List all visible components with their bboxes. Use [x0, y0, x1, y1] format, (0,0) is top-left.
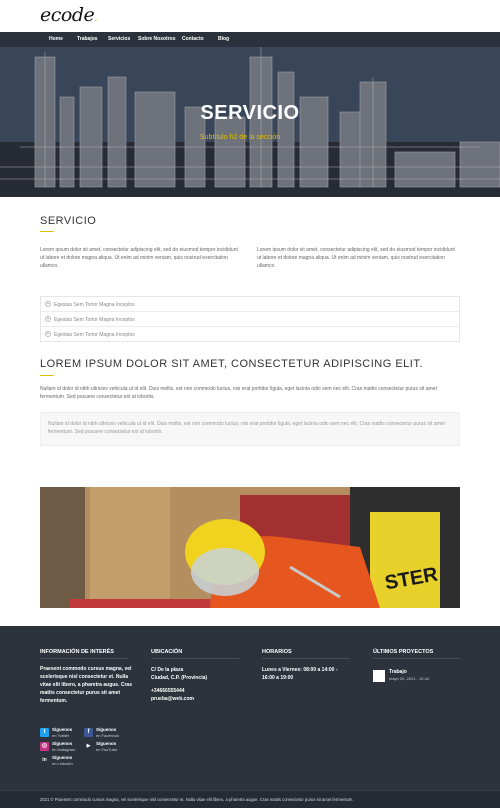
- main-nav: Home Trabajos Servicios Sobre Nosotros C…: [0, 32, 500, 47]
- footer-location-heading: UBICACIÓN: [151, 649, 183, 655]
- footer-divider: [262, 658, 350, 659]
- nav-item-blog[interactable]: Blog: [218, 36, 229, 42]
- accordion: + Egestas Sem Tortor Magna Inceptos + Eg…: [40, 296, 460, 342]
- accordion-item[interactable]: + Egestas Sem Tortor Magna Inceptos: [41, 327, 459, 342]
- copyright-text: 2021 © Praesent commodo cursus magna, ve…: [40, 797, 354, 802]
- accordion-item-label: Egestas Sem Tortor Magna Inceptos: [54, 302, 135, 308]
- worker-image: STER: [40, 487, 460, 608]
- footer-divider: [373, 658, 461, 659]
- logo-text: ecode: [40, 4, 95, 26]
- footer-info-heading: INFORMACIÓN DE INTERÉS: [40, 649, 114, 655]
- footer-email[interactable]: prueba@web.com: [151, 695, 194, 703]
- footer-address-line1: C/ De la plaza: [151, 667, 184, 673]
- nav-item-servicios[interactable]: Servicios: [108, 36, 130, 42]
- social-linkedin-link[interactable]: in Síguenos en LinkedIn: [40, 755, 84, 767]
- social-label: Síguenos: [96, 741, 117, 746]
- social-label: Síguenos: [52, 741, 73, 746]
- social-twitter-link[interactable]: t Síguenos en Twitter: [40, 727, 84, 739]
- nav-item-contacto[interactable]: Contacto: [182, 36, 204, 42]
- youtube-icon: ▶: [84, 742, 93, 751]
- footer-info-text: Praesent commodo cursus magna, vel scele…: [40, 666, 132, 704]
- nav-item-sobre-nosotros[interactable]: Sobre Nosotros: [138, 36, 176, 42]
- accordion-item[interactable]: + Egestas Sem Tortor Magna Inceptos: [41, 312, 459, 327]
- plus-icon: +: [45, 316, 51, 322]
- social-sublabel: en YouTube: [96, 747, 118, 752]
- footer-phone[interactable]: +34666555444: [151, 687, 185, 695]
- social-facebook-link[interactable]: f Síguenos en Facebook: [84, 727, 128, 739]
- footer-divider: [40, 658, 128, 659]
- accordion-item-label: Egestas Sem Tortor Magna Inceptos: [54, 332, 135, 338]
- top-header: ecode.: [0, 0, 500, 32]
- service-section-title: SERVICIO: [40, 215, 97, 227]
- service-paragraph-left: Lorem ipsum dolor sit amet, consectetur …: [40, 247, 238, 269]
- footer-projects-heading: ÚLTIMOS PROYECTOS: [373, 649, 434, 655]
- blockquote: Nullam id dolor id nibh ultricies vehicu…: [40, 412, 460, 446]
- facebook-icon: f: [84, 728, 93, 737]
- blockquote-text: Nullam id dolor id nibh ultricies vehicu…: [48, 421, 445, 435]
- project-date: mayo 20, 2021 - 10:44: [389, 676, 430, 681]
- nav-item-home[interactable]: Home: [49, 36, 63, 42]
- plus-icon: +: [45, 301, 51, 307]
- nav-item-trabajos[interactable]: Trabajos: [77, 36, 98, 42]
- lorem-section-title: LOREM IPSUM DOLOR SIT AMET, CONSECTETUR …: [40, 358, 423, 370]
- social-youtube-link[interactable]: ▶ Síguenos en YouTube: [84, 741, 128, 753]
- hero-title: SERVICIO: [200, 102, 300, 124]
- footer-hours-line2: 16:00 a 19:00: [262, 675, 294, 681]
- accordion-item-label: Egestas Sem Tortor Magna Inceptos: [54, 317, 135, 323]
- social-sublabel: en LinkedIn: [52, 761, 73, 766]
- service-paragraph-right: Lorem ipsum dolor sit amet, consectetur …: [257, 247, 455, 269]
- instagram-icon: ◎: [40, 742, 49, 751]
- plus-icon: +: [45, 331, 51, 337]
- social-label: Síguenos: [52, 727, 73, 732]
- lorem-paragraph: Nullam id dolor id nibh ultricies vehicu…: [40, 386, 437, 400]
- linkedin-icon: in: [40, 756, 49, 765]
- social-sublabel: en Instagram: [52, 747, 76, 752]
- social-instagram-link[interactable]: ◎ Síguenos en Instagram: [40, 741, 84, 753]
- footer-address-line2: Ciudad, C.P. (Provincia): [151, 675, 208, 681]
- social-label: Síguenos: [96, 727, 117, 732]
- hero-subtitle: Subtítulo h2 de la sección: [200, 134, 281, 141]
- project-thumbnail[interactable]: [373, 670, 385, 682]
- footer-hours-heading: HORARIOS: [262, 649, 292, 655]
- logo-dot: .: [94, 13, 97, 24]
- social-sublabel: en Facebook: [96, 733, 120, 738]
- hero-banner: SERVICIO Subtítulo h2 de la sección: [0, 47, 500, 197]
- accordion-item[interactable]: + Egestas Sem Tortor Magna Inceptos: [41, 297, 459, 312]
- social-sublabel: en Twitter: [52, 733, 70, 738]
- title-underline: [40, 375, 54, 376]
- title-underline: [40, 231, 54, 232]
- footer-divider: [151, 658, 239, 659]
- footer-hours-line1: Lunes a Viernes: 08:00 a 14:00 -: [262, 667, 338, 673]
- social-label: Síguenos: [52, 755, 73, 760]
- worker-photo: STER: [40, 487, 460, 608]
- copyright-bar: 2021 © Praesent commodo cursus magna, ve…: [0, 790, 500, 808]
- twitter-icon: t: [40, 728, 49, 737]
- site-logo[interactable]: ecode.: [40, 4, 97, 26]
